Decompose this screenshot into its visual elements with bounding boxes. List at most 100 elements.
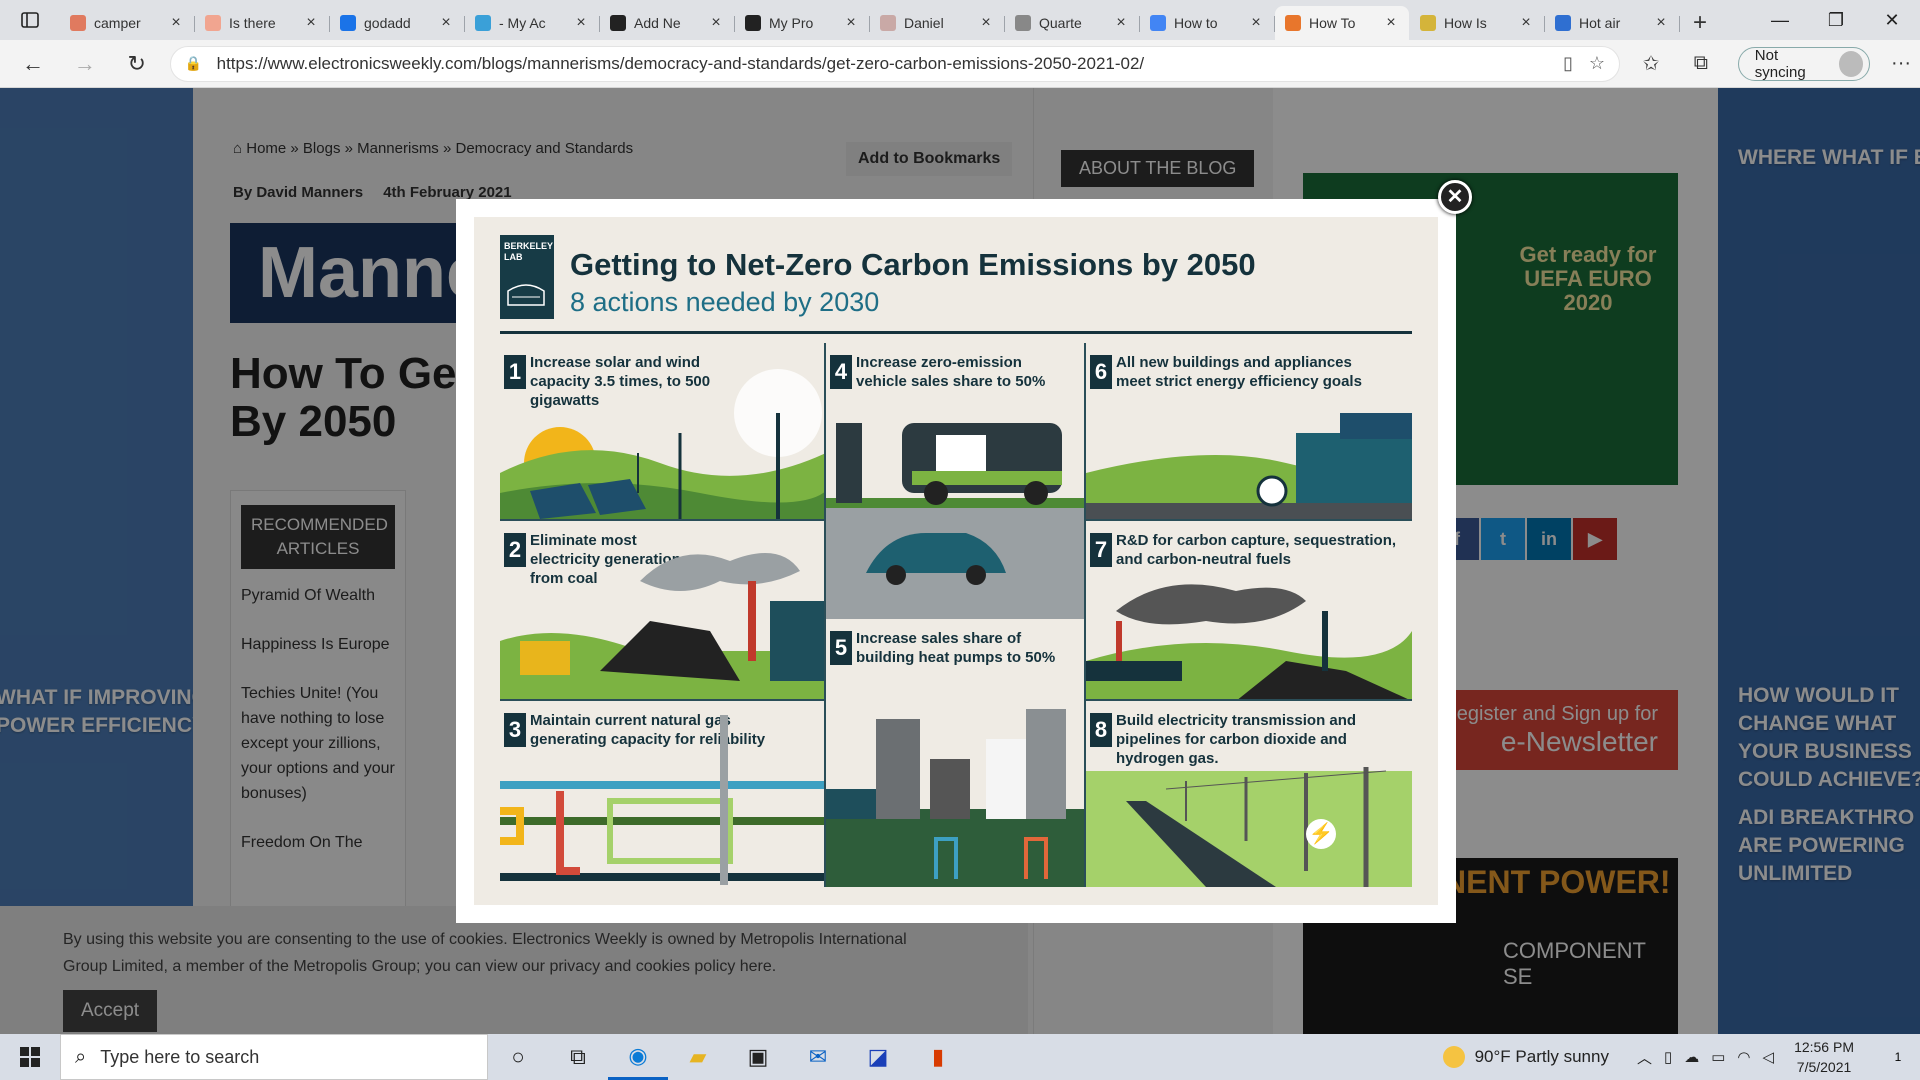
edge-browser-icon[interactable]: ◉ <box>608 1034 668 1080</box>
coal-plant-illustration <box>500 553 824 699</box>
tab-favicon-icon <box>880 15 896 31</box>
close-tab-icon[interactable]: × <box>843 14 859 32</box>
forward-icon[interactable]: → <box>66 44 104 84</box>
lock-icon[interactable]: 🔒 <box>185 55 205 72</box>
tab-favicon-icon <box>610 15 626 31</box>
browser-tab[interactable]: Hot air × <box>1545 6 1680 40</box>
cloud-icon[interactable]: ☁ <box>1684 1048 1699 1066</box>
browser-tab[interactable]: Add Ne × <box>600 6 735 40</box>
browser-tab[interactable]: How Is × <box>1410 6 1545 40</box>
action-6-panel: 6 All new buildings and appliances meet … <box>1086 343 1412 521</box>
lightning-bolt-icon: ⚡ <box>1306 819 1336 849</box>
close-tab-icon[interactable]: × <box>168 14 184 32</box>
add-favorite-icon[interactable]: ☆ <box>1589 53 1605 74</box>
tab-actions-button[interactable] <box>0 0 60 40</box>
device-icon[interactable]: ▯ <box>1664 1048 1672 1066</box>
close-tab-icon[interactable]: × <box>573 14 589 32</box>
browser-tab[interactable]: How To × <box>1275 6 1409 40</box>
favorites-icon[interactable]: ✩ <box>1632 44 1670 84</box>
tab-label: Hot air <box>1579 15 1621 31</box>
close-modal-button[interactable]: ✕ <box>1438 180 1472 214</box>
browser-tab[interactable]: Quarte × <box>1005 6 1140 40</box>
tab-label: Add Ne <box>634 15 681 31</box>
close-tab-icon[interactable]: × <box>438 14 454 32</box>
clock-date: 7/5/2021 <box>1796 1059 1852 1075</box>
close-tab-icon[interactable]: × <box>978 14 994 32</box>
profile-sync-button[interactable]: Not syncing <box>1737 46 1871 81</box>
url-text[interactable]: https://www.electronicsweekly.com/blogs/… <box>217 54 1547 74</box>
avatar <box>1838 50 1864 77</box>
close-tab-icon[interactable]: × <box>303 14 319 32</box>
search-placeholder: Type here to search <box>100 1046 260 1067</box>
tab-favicon-icon <box>1555 15 1571 31</box>
maximize-icon[interactable]: ❐ <box>1808 0 1864 40</box>
close-tab-icon[interactable]: × <box>1518 14 1534 32</box>
close-window-icon[interactable]: ✕ <box>1864 0 1920 40</box>
tab-label: How to <box>1174 15 1218 31</box>
berkeley-lab-logo: BERKELEY LAB <box>500 235 554 319</box>
partly-sunny-icon <box>1442 1046 1465 1068</box>
file-explorer-icon[interactable]: ▰ <box>668 1034 728 1080</box>
infographic-subtitle: 8 actions needed by 2030 <box>570 287 880 317</box>
address-bar: ← → ↻ 🔒 https://www.electronicsweekly.co… <box>0 40 1920 88</box>
close-tab-icon[interactable]: × <box>1653 14 1669 32</box>
carbon-capture-illustration <box>1086 584 1412 699</box>
url-field[interactable]: 🔒 https://www.electronicsweekly.com/blog… <box>169 45 1621 82</box>
notification-count: 1 <box>1894 1050 1902 1064</box>
office-icon[interactable]: ▮ <box>908 1034 968 1080</box>
browser-tab[interactable]: camper × <box>60 6 195 40</box>
infographic-title: Getting to Net-Zero Carbon Emissions by … <box>570 247 1256 282</box>
collections-icon[interactable]: ⧉ <box>1682 44 1720 84</box>
more-menu-icon[interactable]: ··· <box>1882 44 1920 84</box>
tab-favicon-icon <box>1420 15 1436 31</box>
tab-strip: camper × Is there × godadd × - My Ac × Add Ne × My… <box>0 0 1920 40</box>
title-divider <box>500 331 1412 334</box>
store-icon[interactable]: ▣ <box>728 1034 788 1080</box>
tab-label: Is there <box>229 15 276 31</box>
action-2-panel: 2 Eliminate most electricity generation … <box>500 521 826 701</box>
minimize-icon[interactable]: — <box>1752 0 1808 40</box>
search-icon: ⌕ <box>75 1045 87 1068</box>
browser-tab[interactable]: Is there × <box>195 6 330 40</box>
browser-tab[interactable]: godadd × <box>330 6 465 40</box>
action-3-panel: 3 Maintain current natural gas generatin… <box>500 701 826 887</box>
tab-label: How To <box>1309 15 1356 31</box>
cortana-icon[interactable]: ○ <box>488 1034 548 1080</box>
close-tab-icon[interactable]: × <box>1248 14 1264 32</box>
clock[interactable]: 12:56 PM 7/5/2021 <box>1794 1037 1854 1077</box>
window-controls: — ❐ ✕ <box>1752 0 1920 40</box>
browser-tab[interactable]: My Pro × <box>735 6 870 40</box>
notifications-icon[interactable]: 1 <box>1876 1034 1920 1080</box>
mail-icon[interactable]: ✉ <box>788 1034 848 1080</box>
tab-favicon-icon <box>1285 15 1301 31</box>
new-tab-button[interactable]: + <box>1680 6 1720 40</box>
task-view-icon[interactable]: ⧉ <box>548 1034 608 1080</box>
chevron-up-icon[interactable]: ︿ <box>1637 1047 1652 1068</box>
tab-label: How Is <box>1444 15 1487 31</box>
tab-favicon-icon <box>475 15 491 31</box>
wifi-icon[interactable]: ◠ <box>1737 1048 1750 1066</box>
refresh-icon[interactable]: ↻ <box>118 44 156 84</box>
browser-tab[interactable]: How to × <box>1140 6 1275 40</box>
tab-favicon-icon <box>1150 15 1166 31</box>
battery-icon[interactable]: ▭ <box>1711 1048 1725 1066</box>
close-tab-icon[interactable]: × <box>1383 14 1399 32</box>
app-icon[interactable]: ◪ <box>848 1034 908 1080</box>
start-button[interactable] <box>0 1034 60 1080</box>
browser-tab[interactable]: - My Ac × <box>465 6 600 40</box>
reader-mode-icon[interactable]: ▯ <box>1563 53 1573 74</box>
solar-wind-illustration <box>500 369 824 519</box>
browser-tab[interactable]: Daniel × <box>870 6 1005 40</box>
volume-icon[interactable]: ◁ <box>1763 1048 1775 1066</box>
back-icon[interactable]: ← <box>14 44 52 84</box>
taskbar-search[interactable]: ⌕ Type here to search <box>60 1034 488 1080</box>
action-5-panel: 5 Increase sales share of building heat … <box>826 619 1086 887</box>
electric-vehicles-illustration <box>826 423 1084 619</box>
tab-actions-icon <box>21 12 39 28</box>
tab-favicon-icon <box>340 15 356 31</box>
weather-widget[interactable]: 90°F Partly sunny <box>1442 1046 1609 1068</box>
heat-pump-buildings-illustration <box>826 709 1084 887</box>
tab-label: godadd <box>364 15 411 31</box>
close-tab-icon[interactable]: × <box>708 14 724 32</box>
close-tab-icon[interactable]: × <box>1113 14 1129 32</box>
